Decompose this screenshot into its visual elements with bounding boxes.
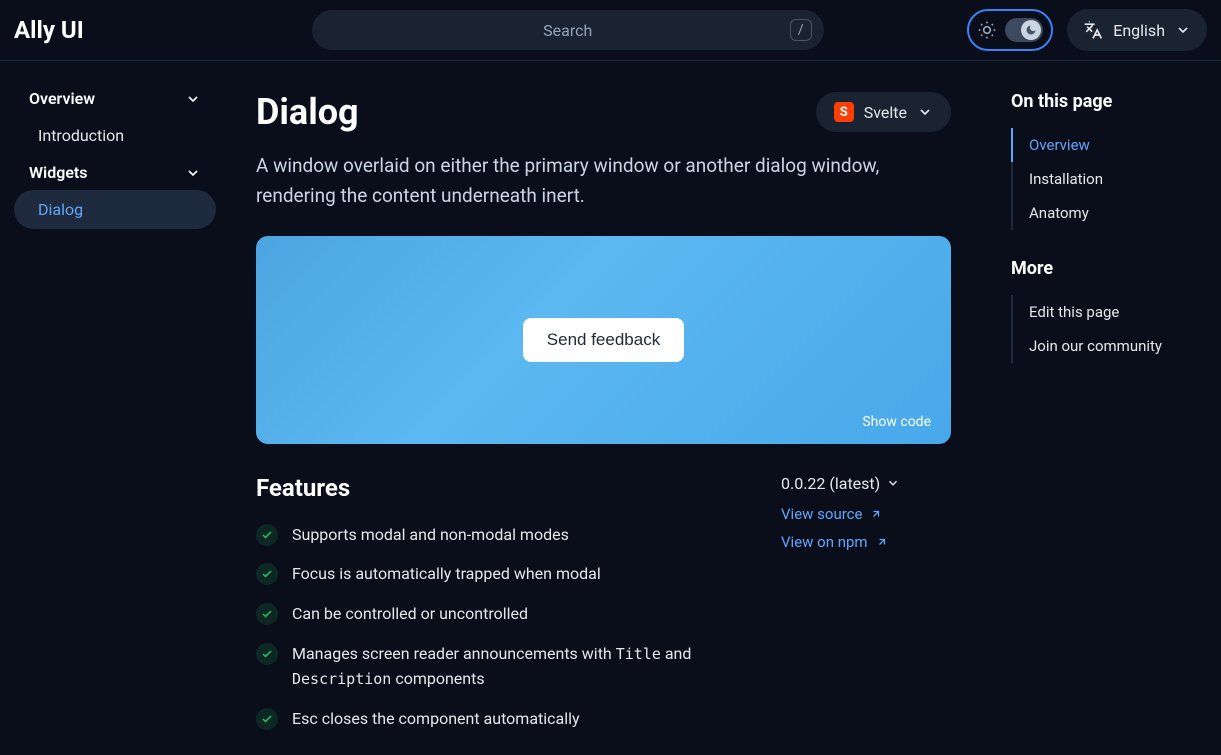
language-select[interactable]: English (1067, 9, 1207, 51)
svelte-icon: S (834, 102, 854, 122)
framework-select[interactable]: S Svelte (816, 92, 951, 132)
feature-list: Supports modal and non-modal modes Focus … (256, 522, 741, 732)
sidebar: Overview Introduction Widgets Dialog (0, 61, 230, 755)
link-label: View on npm (781, 533, 868, 551)
sidebar-section-label: Widgets (29, 163, 88, 182)
toc-heading: More (1011, 258, 1201, 279)
toc-item[interactable]: Overview (1011, 128, 1201, 162)
sidebar-section-widgets[interactable]: Widgets (14, 155, 216, 190)
framework-label: Svelte (864, 103, 907, 122)
feature-item: Supports modal and non-modal modes (256, 522, 741, 548)
moon-icon (1021, 20, 1041, 40)
sidebar-section-overview[interactable]: Overview (14, 81, 216, 116)
sidebar-section-label: Overview (29, 89, 95, 108)
table-of-contents: On this page OverviewInstallationAnatomy… (991, 61, 1221, 755)
logo[interactable]: Ally UI (14, 16, 84, 44)
sun-icon (977, 20, 997, 40)
toc-item[interactable]: Anatomy (1013, 196, 1201, 230)
toc-list: Edit this pageJoin our community (1011, 295, 1201, 363)
version-select[interactable]: 0.0.22 (latest) (781, 474, 951, 493)
chevron-down-icon (1175, 22, 1191, 38)
check-icon (256, 643, 278, 665)
feature-text: Focus is automatically trapped when moda… (292, 561, 601, 587)
check-icon (256, 563, 278, 585)
check-icon (256, 603, 278, 625)
page-description: A window overlaid on either the primary … (256, 151, 951, 212)
show-code-button[interactable]: Show code (862, 414, 931, 430)
link-label: View source (781, 505, 862, 523)
chevron-down-icon (917, 104, 933, 120)
sidebar-item-dialog[interactable]: Dialog (14, 190, 216, 229)
toc-list: OverviewInstallationAnatomy (1011, 128, 1201, 230)
search-shortcut-key: / (790, 19, 812, 41)
toc-heading: On this page (1011, 91, 1201, 112)
version-label: 0.0.22 (latest) (781, 474, 880, 493)
features-heading: Features (256, 474, 741, 502)
feature-item: Esc closes the component automatically (256, 706, 741, 732)
feature-item: Manages screen reader announcements with… (256, 641, 741, 692)
language-label: English (1113, 21, 1165, 40)
external-link-icon (870, 508, 882, 520)
view-source-link[interactable]: View source (781, 505, 951, 523)
page-title: Dialog (256, 91, 359, 133)
toc-item[interactable]: Installation (1013, 162, 1201, 196)
feature-text: Esc closes the component automatically (292, 706, 580, 732)
chevron-down-icon (185, 91, 201, 107)
chevron-down-icon (886, 476, 900, 490)
toc-item[interactable]: Edit this page (1013, 295, 1201, 329)
sidebar-item-introduction[interactable]: Introduction (14, 116, 216, 155)
demo-area: Send feedback Show code (256, 236, 951, 444)
translate-icon (1083, 20, 1103, 40)
send-feedback-button[interactable]: Send feedback (523, 318, 684, 362)
toc-item[interactable]: Join our community (1013, 329, 1201, 363)
main-content: Dialog S Svelte A window overlaid on eit… (230, 61, 991, 755)
search-placeholder: Search (543, 21, 592, 40)
feature-text: Can be controlled or uncontrolled (292, 601, 528, 627)
theme-switch[interactable] (1005, 18, 1043, 42)
feature-text: Supports modal and non-modal modes (292, 522, 569, 548)
check-icon (256, 524, 278, 546)
feature-item: Focus is automatically trapped when moda… (256, 561, 741, 587)
external-link-icon (876, 536, 888, 548)
theme-toggle[interactable] (967, 9, 1053, 51)
feature-item: Can be controlled or uncontrolled (256, 601, 741, 627)
chevron-down-icon (185, 165, 201, 181)
search-input[interactable]: Search / (312, 10, 824, 50)
feature-text: Manages screen reader announcements with… (292, 641, 741, 692)
check-icon (256, 708, 278, 730)
view-npm-link[interactable]: View on npm (781, 533, 951, 551)
